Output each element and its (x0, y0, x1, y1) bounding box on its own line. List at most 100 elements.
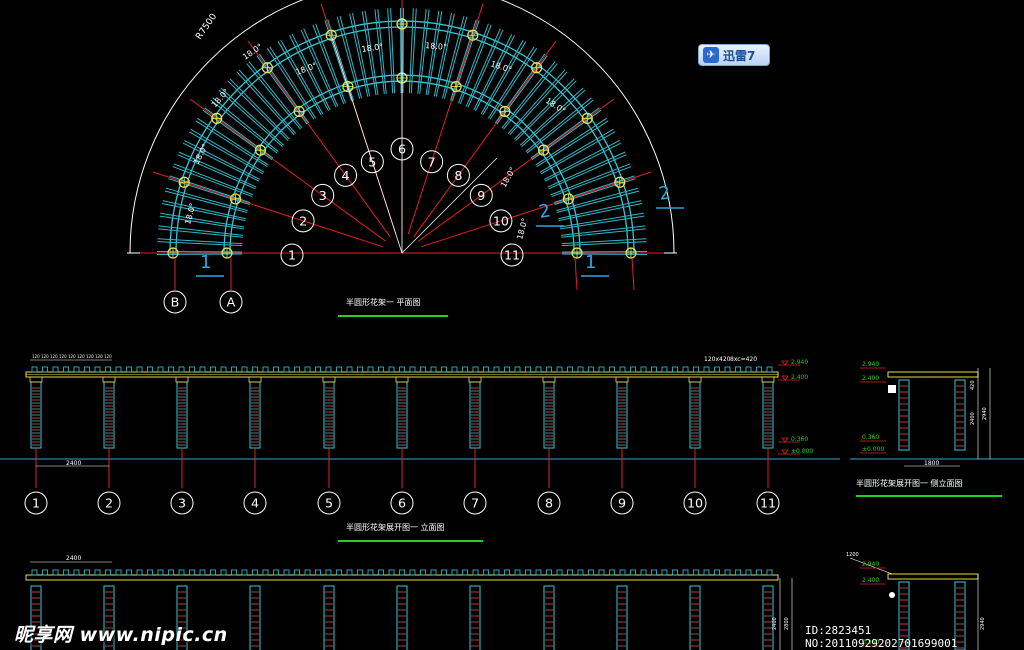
rafter-end (756, 366, 762, 373)
second-side-level-0: 2.940 (862, 561, 879, 568)
second-rafter-end (735, 569, 741, 576)
second-rafter-end (84, 569, 90, 576)
dim-tick: 120 (50, 354, 58, 359)
plan-axis-11-text: 11 (504, 248, 520, 263)
second-rafter-end (535, 569, 542, 576)
rafter-end (63, 366, 69, 373)
thunder-bird-icon: ✈ (703, 47, 719, 63)
rafter-30-0 (402, 8, 404, 94)
column-cap (688, 376, 702, 383)
second-rafter-end (745, 569, 752, 576)
second-vdim-a: 2400 (772, 617, 778, 630)
rafter-end (304, 366, 311, 373)
side-bracket (888, 385, 896, 393)
column-cap (322, 376, 336, 383)
rafter-end (94, 366, 101, 373)
rafter-end (105, 366, 111, 373)
second-dim-bay: 2400 (66, 555, 81, 562)
second-rafter-end (756, 569, 762, 576)
rafter-end (472, 366, 479, 373)
watermark: 昵享网 www.nipic.cn (14, 624, 228, 646)
rafter-end (336, 366, 342, 373)
front-axis-7-text: 7 (471, 496, 479, 511)
rafter-end (619, 366, 626, 373)
rafter-end (136, 366, 143, 373)
rafter-end (399, 366, 405, 373)
rafter-50-0 (540, 131, 616, 175)
second-rafter-end (241, 569, 248, 576)
dim-spacing: 8xc=420 (730, 356, 757, 363)
rafter-end (535, 366, 542, 373)
second-rafter-end (52, 569, 59, 576)
rafter-end (451, 366, 458, 373)
dim-tick: 120 (59, 354, 67, 359)
cad-drawing: 123456789101118.0°18.0°18.0°18.0°18.0°18… (0, 0, 1024, 650)
side-vdim-b: 2400 (970, 412, 976, 425)
rafter-end (147, 366, 153, 373)
rafter-end (367, 366, 374, 373)
rafter-end (640, 366, 647, 373)
plan-axis-1-text: 1 (288, 248, 296, 263)
rafter-end (294, 366, 300, 373)
rafter-19-1 (266, 48, 315, 120)
rafter-end (52, 366, 59, 373)
app-badge[interactable]: ✈ 迅雷7 (698, 44, 770, 66)
second-rafter-end (157, 569, 164, 576)
level-2: 0.360 (791, 436, 808, 443)
rafter-end (588, 366, 594, 373)
second-rafter-end (420, 569, 426, 576)
angle-label-9: 18.0° (499, 166, 518, 189)
second-rafter-end (315, 569, 321, 576)
second-column-10 (689, 585, 701, 650)
second-rafter-end (178, 569, 185, 576)
second-rafter-end (42, 569, 48, 576)
second-column-5 (323, 585, 335, 650)
second-rafter-end (619, 569, 626, 576)
second-rafter-end (231, 569, 237, 576)
rafter-end (745, 366, 752, 373)
rafter-end (262, 366, 269, 373)
plan-title: 半圆形花架一 平面图 (346, 297, 421, 307)
second-rafter-end (682, 569, 689, 576)
rafter-end (73, 366, 80, 373)
second-rafter-end (598, 569, 605, 576)
rafter-60-1 (561, 251, 647, 253)
plan-axis-4-text: 4 (342, 168, 350, 183)
level-1: 2.400 (791, 374, 808, 381)
rafter-end (84, 366, 90, 373)
rafter-end (252, 366, 258, 373)
rafter-end (231, 366, 237, 373)
second-rafter-end (609, 569, 615, 576)
radius-label: R7500 (194, 12, 219, 42)
side-elevation: 2.940 2.400 0.360 ±0.000 1800 420 2400 2940 (850, 361, 1024, 497)
front-axis-2-text: 2 (105, 496, 113, 511)
column-cap (395, 376, 409, 383)
second-rafter-end (189, 569, 195, 576)
column-cap (468, 376, 482, 383)
second-beam (25, 574, 779, 581)
second-rafter-end (672, 569, 678, 576)
rafter-13-1 (210, 99, 278, 154)
level-mark-0 (781, 360, 789, 366)
ring-label-b-text: B (171, 295, 180, 310)
second-rafter-end (378, 569, 384, 576)
side-vdim-a: 420 (970, 380, 976, 390)
rafter-end (682, 366, 689, 373)
rafter-end (483, 366, 489, 373)
semicircle-plan-view: 123456789101118.0°18.0°18.0°18.0°18.0°18… (127, 0, 684, 317)
second-side-dim-beam: 1200 (846, 552, 859, 558)
front-axis-1-text: 1 (32, 496, 40, 511)
rafter-60-0 (561, 253, 647, 255)
dim-leader-3 (401, 157, 498, 254)
second-rafter-end (714, 569, 720, 576)
plan-axis-7-text: 7 (428, 154, 436, 169)
rafter-end (409, 366, 416, 373)
angle-label-10: 18.0° (515, 217, 529, 240)
side-vdim-c: 2940 (982, 407, 988, 420)
rafter-end (168, 366, 174, 373)
second-column-9 (616, 585, 628, 650)
rafter-17-0 (248, 61, 303, 129)
plan-axis-10-text: 10 (493, 213, 509, 228)
column-cap (175, 376, 189, 383)
second-rafter-end (325, 569, 332, 576)
